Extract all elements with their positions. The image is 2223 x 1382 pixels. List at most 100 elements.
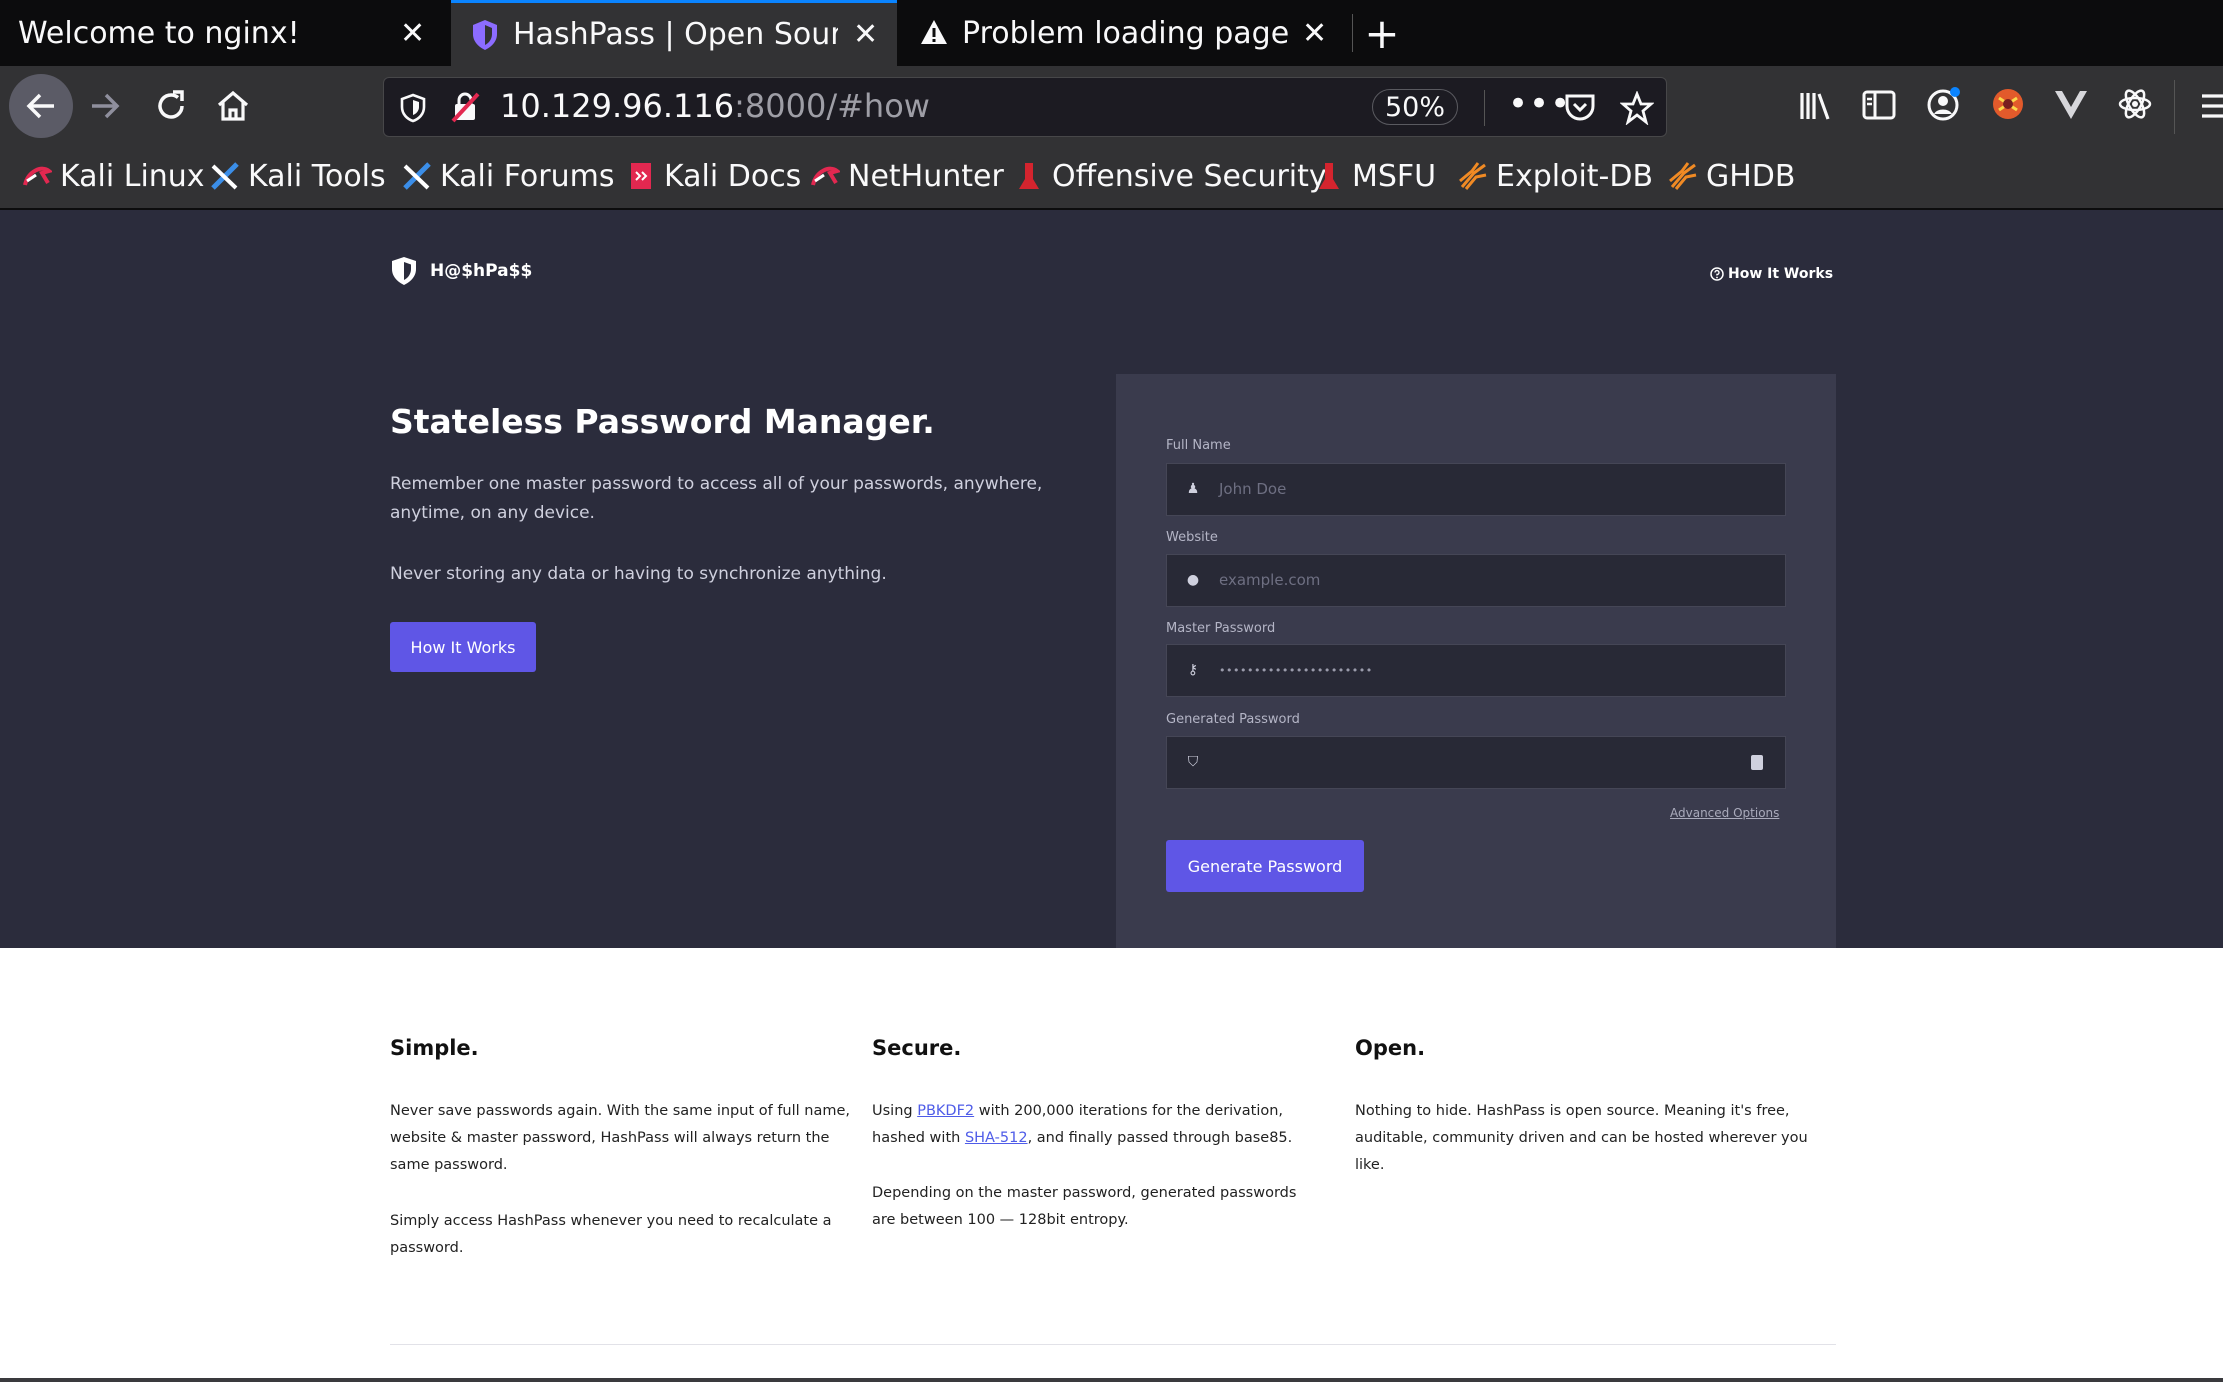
back-button[interactable]: [9, 74, 73, 138]
zoom-indicator[interactable]: 50%: [1372, 89, 1458, 125]
feature-secure-text: Using PBKDF2 with 200,000 iterations for…: [872, 1098, 1322, 1152]
feature-simple-text-2: Simply access HashPass whenever you need…: [390, 1213, 832, 1256]
website-field[interactable]: ● example.com: [1166, 554, 1786, 607]
kali-forums-icon: [403, 162, 431, 190]
url-host: 10.129.96.116: [500, 87, 735, 125]
feature-simple-text: Never save passwords again. With the sam…: [390, 1103, 851, 1173]
bookmark-kali-tools[interactable]: Kali Tools: [210, 156, 386, 196]
hero-paragraph-secondary: Never storing any data or having to sync…: [390, 564, 887, 584]
hamburger-menu-icon[interactable]: [2200, 92, 2223, 120]
full-name-placeholder: John Doe: [1219, 480, 1287, 498]
page-content: H@$hPa$$ How It Works Stateless Password…: [0, 210, 2223, 1382]
tab-nginx[interactable]: Welcome to nginx! ✕: [0, 0, 450, 66]
page-bottom-bar: [0, 1378, 2223, 1382]
url-bar[interactable]: 10.129.96.116:8000/#how 50% •••: [383, 77, 1667, 137]
home-icon[interactable]: [215, 88, 251, 124]
library-icon[interactable]: [1797, 88, 1833, 124]
account-icon[interactable]: [1926, 86, 1962, 122]
feature-open-text: Nothing to hide. HashPass is open source…: [1355, 1103, 1808, 1173]
bookmark-label: Kali Linux: [60, 158, 205, 194]
tracking-protection-icon[interactable]: [400, 93, 426, 123]
feature-secure-title: Secure.: [872, 1036, 962, 1060]
key-icon: ⚷: [1187, 662, 1199, 678]
nav-how-it-works-link[interactable]: How It Works: [1710, 266, 1833, 282]
master-password-field[interactable]: ⚷ ••••••••••••••••••••••: [1166, 644, 1786, 697]
full-name-field[interactable]: ♟ John Doe: [1166, 463, 1786, 516]
bookmark-kali-linux[interactable]: Kali Linux: [22, 156, 205, 196]
advanced-options-link[interactable]: Advanced Options: [1670, 806, 1779, 820]
tab-title: HashPass | Open Source: [513, 17, 838, 52]
pbkdf2-link[interactable]: PBKDF2: [917, 1103, 974, 1119]
close-icon[interactable]: ✕: [1302, 16, 1327, 51]
bookmark-msfu[interactable]: MSFU: [1314, 156, 1436, 196]
new-tab-button[interactable]: +: [1362, 8, 1402, 58]
bookmark-label: GHDB: [1706, 158, 1796, 194]
tab-problem[interactable]: Problem loading page ✕: [898, 0, 1348, 66]
bookmarks-toolbar: Kali Linux Kali Tools Kali Forums Kali D…: [0, 148, 2223, 210]
logo-text: H@$hPa$$: [430, 261, 533, 281]
hero-headline: Stateless Password Manager.: [390, 402, 935, 441]
forward-arrow-icon[interactable]: [88, 89, 122, 123]
secure-text-pre: Using: [872, 1103, 918, 1119]
hero-paragraph: Remember one master password to access a…: [390, 474, 1043, 523]
how-it-works-button[interactable]: How It Works: [390, 622, 536, 672]
password-form-card: Full Name ♟ John Doe Website ● example.c…: [1116, 374, 1836, 948]
kali-tools-icon: [211, 162, 239, 190]
reload-icon[interactable]: [153, 88, 189, 124]
website-placeholder: example.com: [1219, 571, 1321, 589]
bookmark-kali-forums[interactable]: Kali Forums: [402, 156, 614, 196]
bookmark-star-icon[interactable]: [1620, 91, 1654, 125]
vue-devtools-icon[interactable]: [2053, 88, 2089, 122]
bookmark-nethunter[interactable]: NetHunter: [810, 156, 1004, 196]
tab-hashpass[interactable]: HashPass | Open Source ✕: [451, 0, 897, 66]
insecure-lock-icon[interactable]: [450, 91, 480, 123]
kali-dragon-icon: [23, 166, 52, 186]
nethunter-icon: [811, 166, 840, 186]
nav-toolbar: 10.129.96.116:8000/#how 50% •••: [0, 66, 2223, 148]
urlbar-divider: [1484, 90, 1485, 126]
section-divider: [390, 1344, 1836, 1345]
react-devtools-icon[interactable]: [2117, 86, 2153, 122]
bookmark-label: NetHunter: [848, 158, 1004, 194]
exploit-db-spider-icon: [1459, 162, 1487, 190]
tab-separator: [1352, 14, 1353, 52]
page-actions-icon[interactable]: •••: [1508, 84, 1571, 124]
bookmark-kali-docs[interactable]: Kali Docs: [626, 156, 801, 196]
feature-simple-title: Simple.: [390, 1036, 479, 1060]
clipboard-icon[interactable]: [1751, 755, 1763, 770]
extension-icon[interactable]: [1990, 86, 2026, 122]
website-label: Website: [1166, 530, 1218, 545]
bookmark-label: MSFU: [1352, 158, 1437, 194]
url-text[interactable]: 10.129.96.116:8000/#how: [500, 87, 930, 125]
bookmark-offensive-security[interactable]: Offensive Security: [1014, 156, 1327, 196]
pocket-icon[interactable]: [1564, 93, 1596, 123]
generate-password-button[interactable]: Generate Password: [1166, 840, 1364, 892]
kali-docs-icon: [631, 163, 651, 189]
bookmark-label: Offensive Security: [1052, 158, 1327, 194]
shield-small-icon: ⛉: [1187, 754, 1199, 770]
site-logo[interactable]: H@$hPa$$: [390, 256, 532, 286]
bookmark-label: Kali Forums: [440, 158, 615, 194]
close-icon[interactable]: ✕: [853, 17, 878, 52]
bookmark-ghdb[interactable]: GHDB: [1668, 156, 1796, 196]
warning-icon: [921, 20, 947, 44]
sidebar-icon[interactable]: [1862, 90, 1896, 120]
tab-title: Welcome to nginx!: [18, 15, 300, 51]
generated-password-label: Generated Password: [1166, 712, 1300, 727]
tab-bar: Welcome to nginx! ✕ HashPass | Open Sour…: [0, 0, 2223, 66]
bookmark-exploit-db[interactable]: Exploit-DB: [1458, 156, 1653, 196]
msfu-icon: [1319, 163, 1339, 189]
shield-logo-icon: [392, 257, 416, 285]
generated-password-field[interactable]: ⛉: [1166, 736, 1786, 789]
tab-title: Problem loading page: [962, 15, 1290, 51]
toolbar-divider: [2174, 80, 2175, 134]
ghdb-spider-icon: [1669, 162, 1697, 190]
close-icon[interactable]: ✕: [400, 16, 425, 51]
master-password-label: Master Password: [1166, 621, 1276, 636]
shield-icon: [473, 20, 497, 50]
question-circle-icon: [1710, 267, 1724, 281]
globe-icon: ●: [1186, 572, 1200, 588]
bookmark-label: Kali Tools: [248, 158, 386, 194]
sha512-link[interactable]: SHA-512: [965, 1130, 1028, 1146]
offsec-icon: [1019, 163, 1039, 189]
